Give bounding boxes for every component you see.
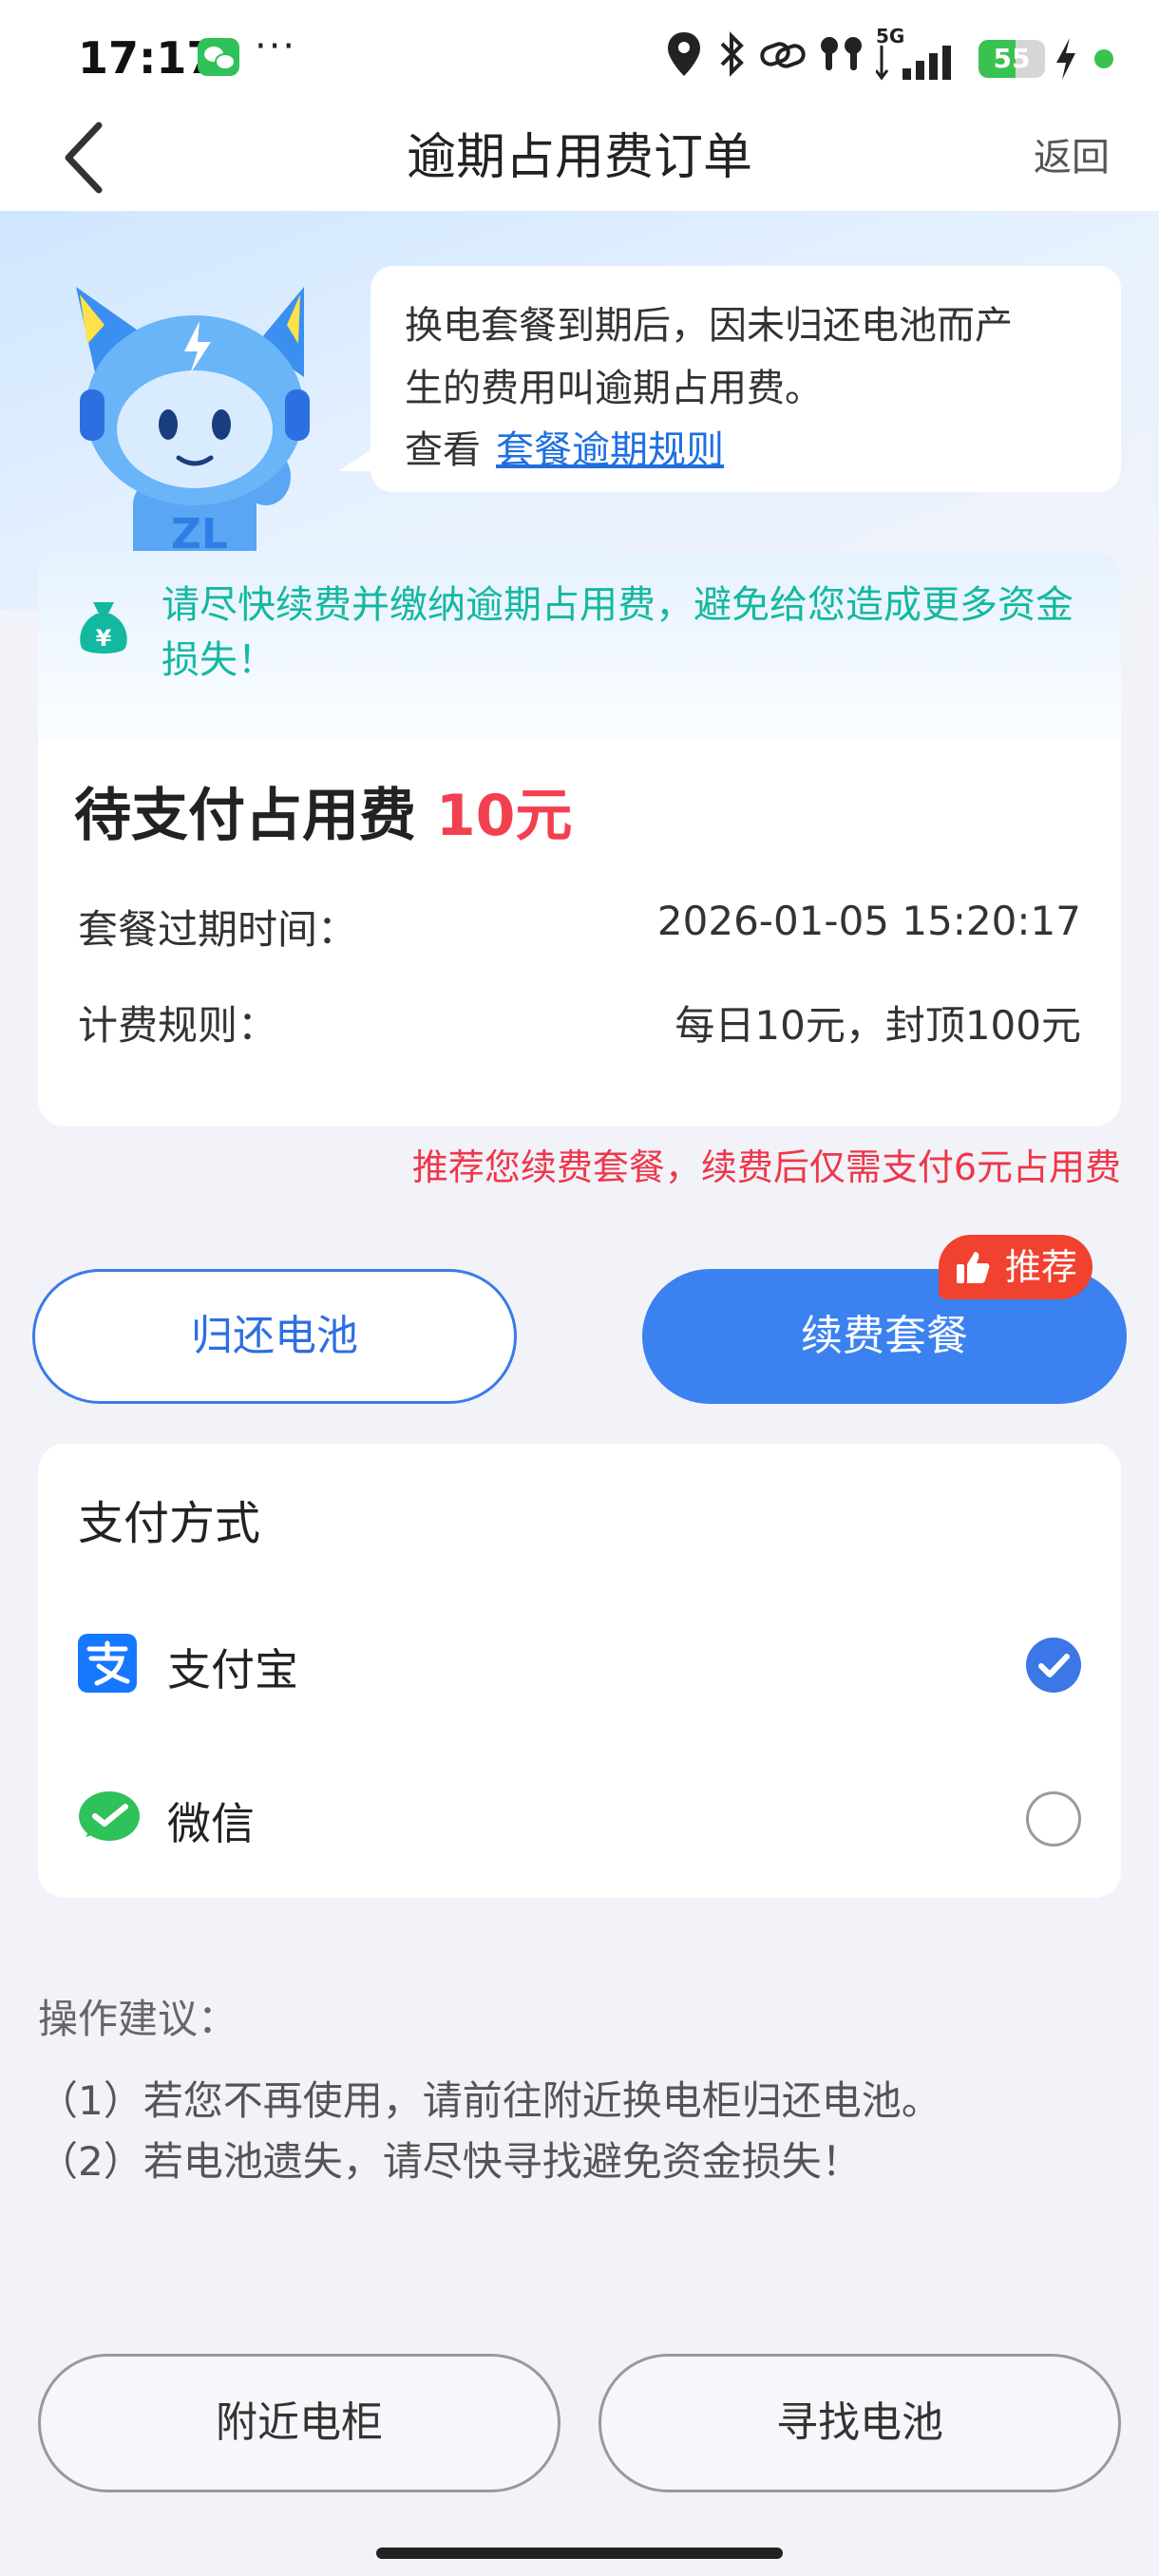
- link-icon: [760, 42, 806, 68]
- payment-option-label: 微信: [167, 1798, 255, 1849]
- view-prefix: 查看: [405, 428, 481, 472]
- wechat-pay-icon: [79, 1791, 140, 1841]
- hero-banner: ZL 换电套餐到期后，因未归还电池而产 生的费用叫逾期占用费。 查看 套餐逾期规则: [0, 211, 1159, 610]
- home-indicator[interactable]: [376, 2548, 783, 2559]
- status-more: ···: [255, 25, 297, 68]
- charging-icon: [1056, 38, 1075, 80]
- return-button[interactable]: 返回: [1034, 104, 1110, 211]
- recommend-badge: 推荐: [939, 1235, 1092, 1299]
- status-time: 17:17: [78, 32, 218, 84]
- mascot-illustration: ZL: [76, 287, 310, 572]
- billing-rule-label: 计费规则：: [78, 1002, 278, 1049]
- overdue-rules-link[interactable]: 套餐逾期规则: [496, 428, 724, 472]
- expire-time-label: 套餐过期时间：: [78, 906, 358, 953]
- battery-level: 55: [993, 43, 1031, 74]
- info-bubble: 换电套餐到期后，因未归还电池而产 生的费用叫逾期占用费。 查看 套餐逾期规则: [338, 266, 1121, 492]
- bluetooth-icon: [720, 31, 744, 77]
- expire-time-value: 2026-01-05 15:20:17: [656, 898, 1081, 944]
- pending-fee-title: 待支付占用费 10元: [74, 769, 572, 852]
- payment-option-alipay[interactable]: 支付宝: [78, 1615, 1081, 1710]
- earbuds-icon: [821, 37, 862, 70]
- checkmark-icon: [1038, 1654, 1070, 1677]
- payment-option-wechat[interactable]: 微信: [78, 1769, 1081, 1864]
- find-battery-button[interactable]: 寻找电池: [598, 2354, 1121, 2492]
- payment-method-card: 支付方式 支付宝 微信: [38, 1444, 1121, 1898]
- payment-option-label: 支付宝: [167, 1644, 298, 1695]
- location-icon: [668, 32, 700, 76]
- svg-text:¥: ¥: [96, 625, 112, 652]
- billing-rule-value: 每日10元，封顶100元: [674, 1002, 1081, 1049]
- fee-card: ¥ 请尽快续费并缴纳逾期占用费，避免给您造成更多资金损失！ 待支付占用费 10元…: [38, 551, 1121, 1127]
- nav-bar: 逾期占用费订单 返回: [0, 104, 1159, 211]
- warning-text: 请尽快续费并缴纳逾期占用费，避免给您造成更多资金损失！: [162, 583, 1074, 682]
- advice-title: 操作建议：: [38, 1996, 238, 2042]
- billing-rule-row: 计费规则： 每日10元，封顶100元: [78, 994, 1081, 1051]
- radio-unchecked[interactable]: [1026, 1791, 1081, 1847]
- nearby-cabinet-button[interactable]: 附近电柜: [38, 2354, 560, 2492]
- expire-time-row: 套餐过期时间： 2026-01-05 15:20:17: [78, 898, 1081, 956]
- money-bag-icon: ¥: [80, 602, 127, 653]
- info-text-line1: 换电套餐到期后，因未归还电池而产: [405, 304, 1013, 348]
- wechat-icon: [198, 38, 239, 76]
- status-bar: 17:17 ··· 5G 55: [0, 0, 1159, 104]
- thumbs-up-icon: [957, 1252, 990, 1283]
- battery-icon: 55: [978, 40, 1045, 78]
- return-battery-button[interactable]: 归还电池: [32, 1269, 517, 1404]
- pending-fee-label: 待支付占用费: [74, 783, 416, 849]
- advice-item: （1）若您不再使用，请前往附近换电柜归还电池。: [38, 2077, 941, 2124]
- status-dot: [1094, 49, 1113, 68]
- signal-icon: [876, 46, 951, 81]
- info-text-line2: 生的费用叫逾期占用费。: [405, 367, 823, 410]
- radio-checked[interactable]: [1026, 1638, 1081, 1693]
- advice-item: （2）若电池遗失，请尽快寻找避免资金损失！: [38, 2138, 862, 2185]
- status-icons: 5G 55: [665, 25, 1121, 82]
- pending-fee-amount: 10元: [435, 783, 573, 849]
- payment-method-title: 支付方式: [78, 1497, 261, 1550]
- info-view-line: 查看 套餐逾期规则: [405, 420, 1087, 481]
- alipay-icon: [78, 1634, 137, 1693]
- page-title: 逾期占用费订单: [406, 129, 752, 186]
- recommend-badge-label: 推荐: [1005, 1246, 1078, 1288]
- recommend-note: 推荐您续费套餐，续费后仅需支付6元占用费: [411, 1146, 1121, 1188]
